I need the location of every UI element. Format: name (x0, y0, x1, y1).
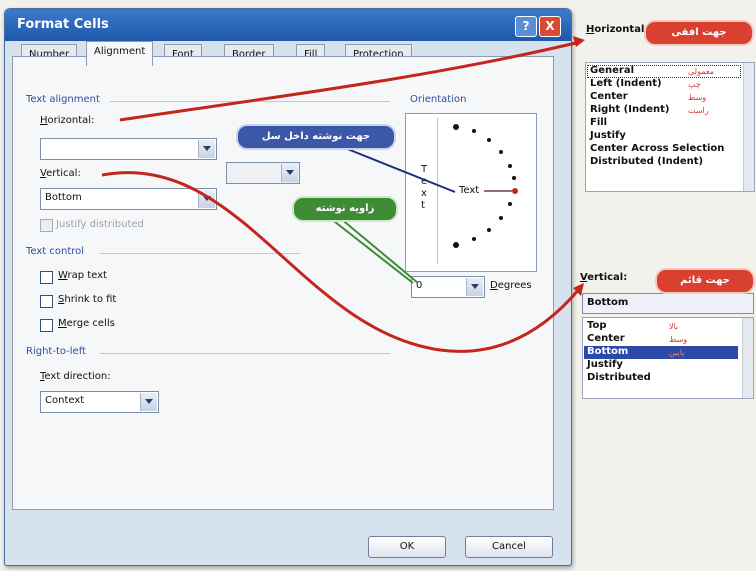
orientation-dial (453, 124, 518, 248)
callout-vertical: جهت قائم (655, 268, 755, 294)
callout-horizontal: جهت افقی (644, 20, 754, 46)
callout-text-angle: زاویه نوشته (292, 196, 398, 222)
callout-text-direction: جهت نوشته داخل سل (236, 124, 396, 150)
callout-arrows (101, 36, 585, 353)
annotation-overlay (101, 36, 585, 353)
tab-alignment[interactable]: Alignment (86, 41, 154, 66)
